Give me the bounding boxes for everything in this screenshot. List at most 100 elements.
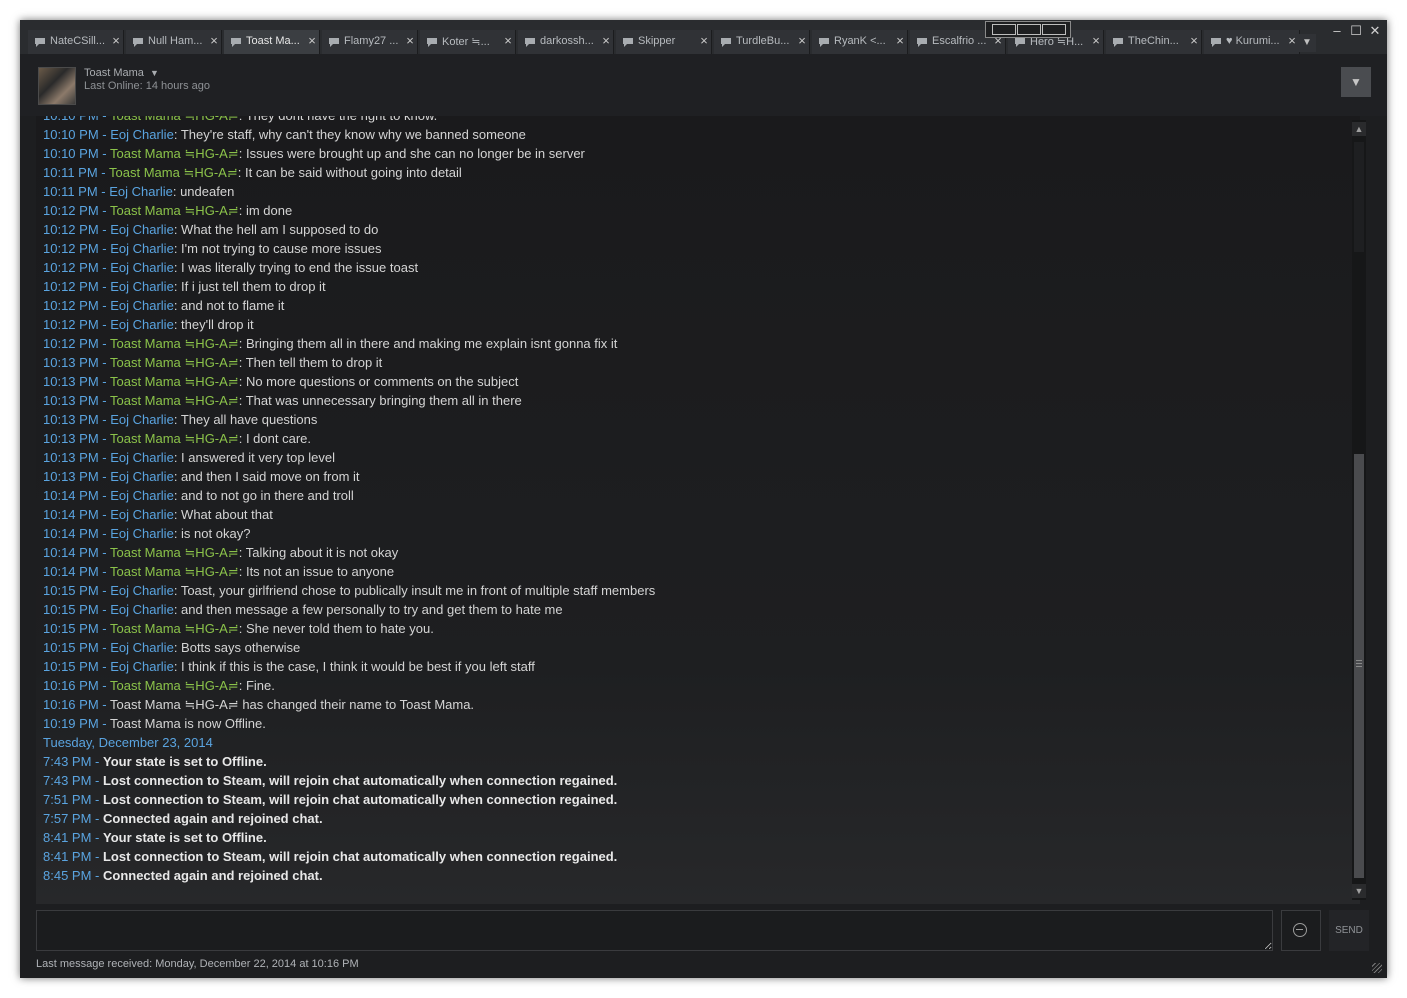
tab-chat[interactable]: Koter ≒... ×: [420, 30, 516, 54]
send-button[interactable]: SEND: [1329, 910, 1369, 951]
message-sender[interactable]: Eoj Charlie: [110, 526, 174, 541]
chevron-down-icon[interactable]: ▼: [150, 68, 159, 78]
message-sender[interactable]: Eoj Charlie: [110, 260, 174, 275]
message-sender[interactable]: Eoj Charlie: [110, 507, 174, 522]
resize-grip-icon[interactable]: [1372, 963, 1382, 973]
message-sender[interactable]: Toast Mama ≒HG-A≓: [110, 146, 239, 161]
message-text: they'll drop it: [181, 317, 254, 332]
tab-overflow-dropdown-icon[interactable]: ▼: [1298, 34, 1316, 52]
message-sender[interactable]: Toast Mama ≒HG-A≓: [110, 203, 239, 218]
message-input[interactable]: [36, 910, 1273, 951]
tab-chat[interactable]: Skipper ×: [616, 30, 712, 54]
message-text: They dont have the right to know.: [246, 116, 438, 123]
tab-close-icon[interactable]: ×: [1188, 33, 1200, 48]
tab-close-icon[interactable]: ×: [502, 33, 514, 48]
message-timestamp: 10:15 PM: [43, 621, 99, 636]
layout-split-icon[interactable]: [1017, 24, 1041, 35]
emoticon-button[interactable]: [1281, 910, 1321, 951]
chat-bubble-icon: [230, 35, 242, 47]
message-sender[interactable]: Toast Mama ≒HG-A≓: [110, 564, 239, 579]
tab-close-icon[interactable]: ×: [600, 33, 612, 48]
message-sender[interactable]: Toast Mama ≒HG-A≓: [110, 545, 239, 560]
scroll-up-icon[interactable]: ▲: [1352, 122, 1366, 136]
chat-message: 10:14 PM - Eoj Charlie: and to not go in…: [43, 488, 354, 503]
message-sender[interactable]: Toast Mama ≒HG-A≓: [109, 165, 238, 180]
chat-log: 10:10 PM - Toast Mama ≒HG-A≓: They dont …: [36, 116, 1360, 904]
friend-name[interactable]: Toast Mama: [84, 67, 144, 79]
avatar[interactable]: [38, 67, 76, 105]
message-text: Toast, your girlfriend chose to publical…: [180, 583, 656, 598]
chat-bubble-icon: [34, 35, 46, 47]
message-sender[interactable]: Eoj Charlie: [109, 184, 173, 199]
message-sender[interactable]: Eoj Charlie: [110, 640, 174, 655]
message-sender[interactable]: Eoj Charlie: [110, 450, 174, 465]
message-sender[interactable]: Toast Mama ≒HG-A≓: [110, 621, 239, 636]
message-sender[interactable]: Eoj Charlie: [110, 583, 174, 598]
message-sender[interactable]: Eoj Charlie: [110, 298, 174, 313]
chat-scrollbar[interactable]: ▲ ▼: [1352, 120, 1366, 900]
message-sender[interactable]: Toast Mama ≒HG-A≓: [110, 116, 239, 123]
message-sender[interactable]: Toast Mama ≒HG-A≓: [110, 355, 239, 370]
tab-close-icon[interactable]: ×: [208, 33, 220, 48]
tab-chat[interactable]: Flamy27 ... ×: [322, 30, 418, 54]
message-sender[interactable]: Eoj Charlie: [110, 317, 174, 332]
message-sender[interactable]: Eoj Charlie: [110, 222, 174, 237]
header-menu-dropdown-icon[interactable]: ▼: [1341, 67, 1371, 97]
message-sender[interactable]: Eoj Charlie: [110, 659, 174, 674]
scroll-down-icon[interactable]: ▼: [1352, 884, 1366, 898]
chat-layout-toggle[interactable]: [985, 21, 1071, 38]
message-sender[interactable]: Toast Mama ≒HG-A≓: [110, 336, 239, 351]
minimize-icon[interactable]: –: [1329, 23, 1345, 38]
close-icon[interactable]: ✕: [1367, 23, 1383, 39]
message-timestamp: 10:14 PM: [43, 526, 99, 541]
tab-close-icon[interactable]: ×: [306, 33, 318, 48]
message-timestamp: 10:13 PM: [43, 469, 99, 484]
message-sender[interactable]: Eoj Charlie: [110, 488, 174, 503]
last-online-status: Last Online: 14 hours ago: [84, 80, 210, 92]
message-sender[interactable]: Toast Mama ≒HG-A≓: [110, 393, 239, 408]
tab-close-icon[interactable]: ×: [404, 33, 416, 48]
tab-close-icon[interactable]: ×: [1090, 33, 1102, 48]
tab-chat[interactable]: Null Ham... ×: [126, 30, 222, 54]
tab-chat[interactable]: TurdleBu... ×: [714, 30, 810, 54]
chat-message: 10:15 PM - Eoj Charlie: I think if this …: [43, 659, 535, 674]
maximize-icon[interactable]: ☐: [1348, 23, 1364, 39]
chat-message: 10:13 PM - Eoj Charlie: I answered it ve…: [43, 450, 335, 465]
tab-chat[interactable]: Toast Ma... ×: [224, 30, 320, 54]
tab-close-icon[interactable]: ×: [796, 33, 808, 48]
tab-chat[interactable]: ♥ Kurumi... ×: [1204, 30, 1300, 54]
message-text: She never told them to hate you.: [245, 621, 434, 636]
chat-message: 10:16 PM - Toast Mama ≒HG-A≓: Fine.: [43, 678, 275, 693]
message-text: im done: [245, 203, 293, 218]
message-sender[interactable]: Eoj Charlie: [110, 412, 174, 427]
chat-message: 10:16 PM - Toast Mama ≒HG-A≓ has changed…: [43, 697, 475, 712]
tab-chat[interactable]: darkossh... ×: [518, 30, 614, 54]
scroll-thumb[interactable]: [1354, 454, 1364, 878]
tab-chat[interactable]: TheChin... ×: [1106, 30, 1202, 54]
tab-label: TheChin...: [1128, 35, 1179, 47]
message-text: Toast Mama is now Offline.: [109, 716, 266, 731]
chat-message: 10:10 PM - Eoj Charlie: They're staff, w…: [43, 127, 526, 142]
message-sender[interactable]: Eoj Charlie: [110, 469, 174, 484]
message-sender[interactable]: Toast Mama ≒HG-A≓: [110, 374, 239, 389]
message-sender[interactable]: Eoj Charlie: [110, 602, 174, 617]
chat-message: 10:11 PM - Eoj Charlie: undeafen: [43, 184, 235, 199]
tab-close-icon[interactable]: ×: [110, 33, 122, 48]
message-sender[interactable]: Toast Mama ≒HG-A≓: [110, 678, 239, 693]
message-sender[interactable]: Toast Mama ≒HG-A≓: [110, 431, 239, 446]
tab-chat[interactable]: RyanK <... ×: [812, 30, 908, 54]
message-sender[interactable]: Eoj Charlie: [110, 279, 174, 294]
message-sender[interactable]: Eoj Charlie: [110, 241, 174, 256]
tab-close-icon[interactable]: ×: [894, 33, 906, 48]
message-sender[interactable]: Eoj Charlie: [110, 127, 174, 142]
chat-bubble-icon: [916, 35, 928, 47]
tab-close-icon[interactable]: ×: [1286, 33, 1298, 48]
message-text: They're staff, why can't they know why w…: [180, 127, 526, 142]
tab-chat[interactable]: NateCSill... ×: [28, 30, 124, 54]
chat-bubble-icon: [818, 35, 830, 47]
message-timestamp: 10:10 PM: [43, 127, 99, 142]
layout-single-icon[interactable]: [992, 24, 1016, 35]
layout-tabbed-icon[interactable]: [1042, 24, 1066, 35]
tab-close-icon[interactable]: ×: [698, 33, 710, 48]
chat-message: 10:12 PM - Eoj Charlie: If i just tell t…: [43, 279, 326, 294]
